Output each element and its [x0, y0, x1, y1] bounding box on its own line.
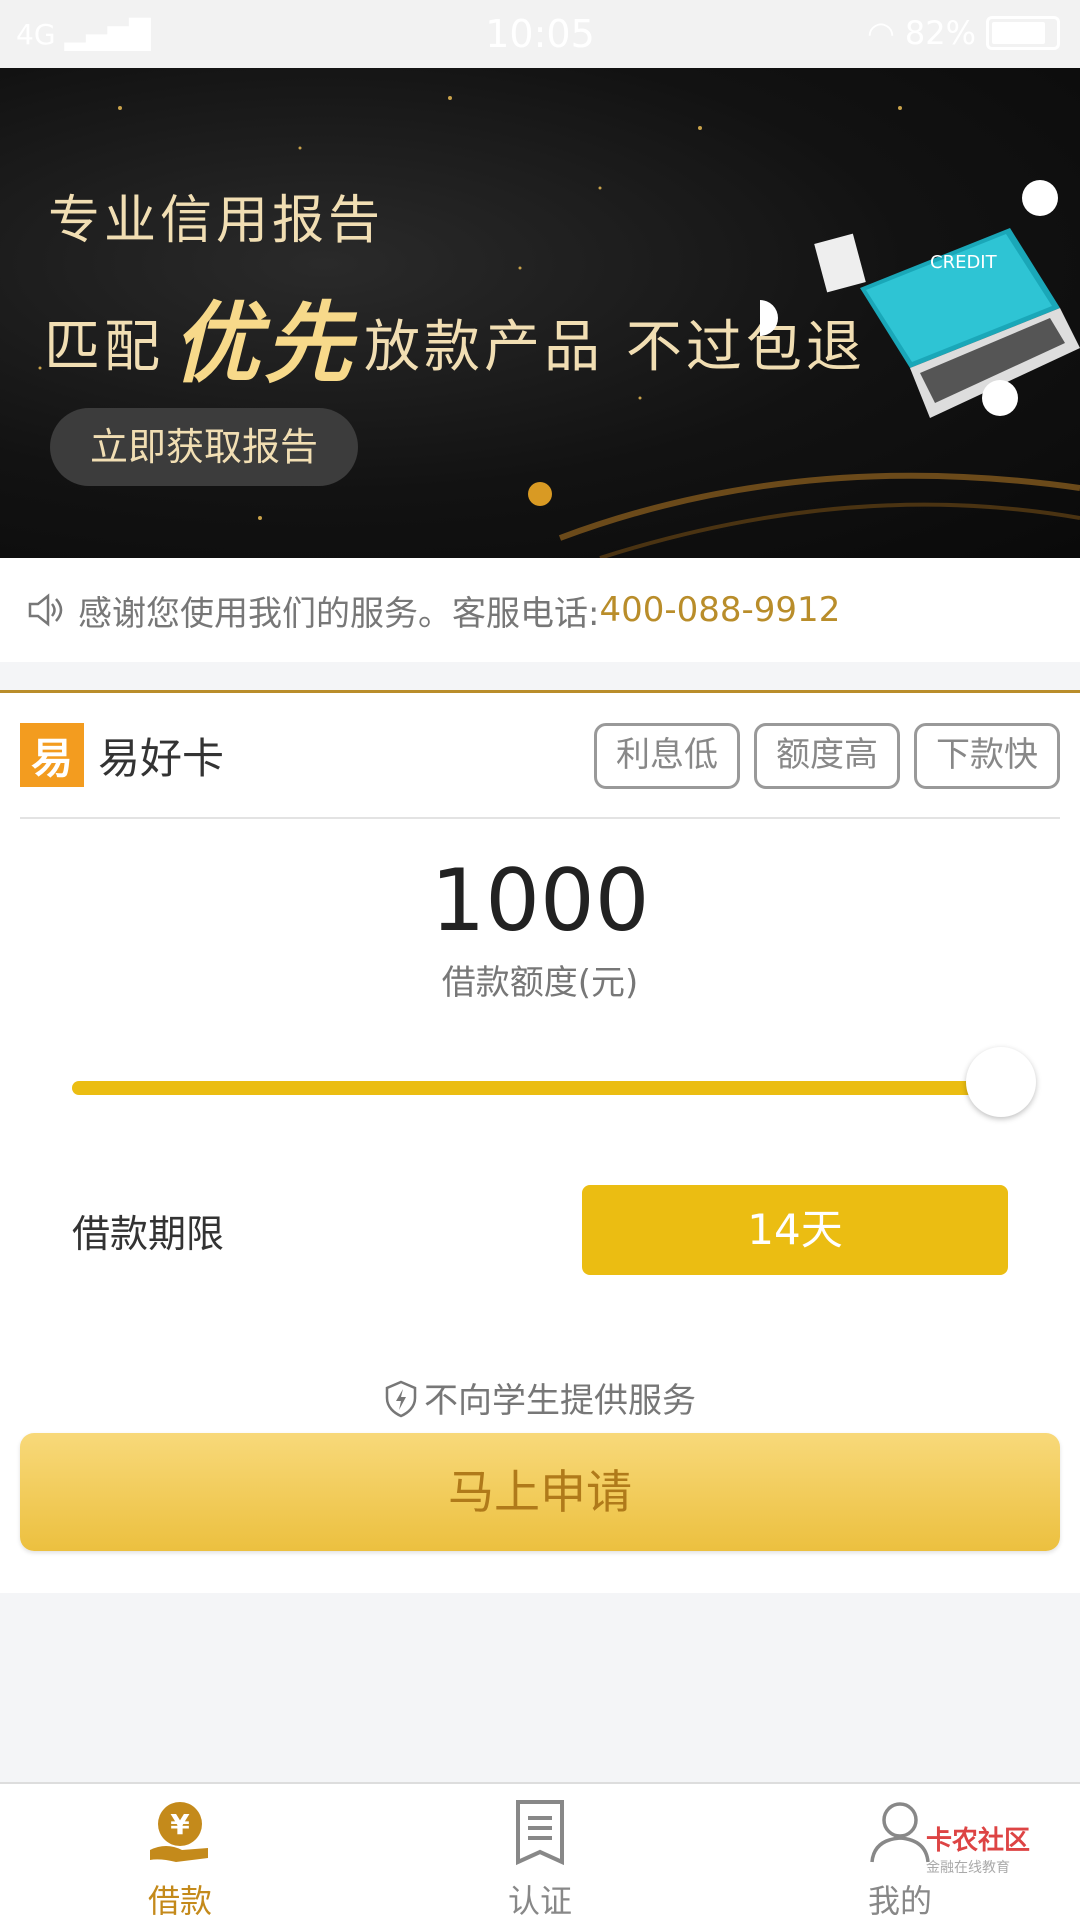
wifi-icon: ◠ [866, 14, 895, 52]
product-tags: 利息低 额度高 下款快 [594, 723, 1060, 789]
loan-amount-label: 借款额度(元) [441, 963, 639, 1003]
divider [20, 817, 1060, 819]
tag-low-interest: 利息低 [594, 723, 740, 789]
loan-term-select[interactable]: 14天 [582, 1185, 1008, 1275]
loan-card: 易 易好卡 利息低 额度高 下款快 1000 借款额度(元) 借款期限 14天 … [0, 690, 1080, 1593]
service-notice: 感谢您使用我们的服务。客服电话: 400-088-9912 [0, 558, 1080, 662]
tag-high-limit: 额度高 [754, 723, 900, 789]
tab-loan[interactable]: ¥ 借款 [80, 1784, 280, 1922]
student-notice: 不向学生提供服务 [0, 1373, 1080, 1422]
banner-headline: 专业信用报告 [48, 191, 385, 251]
user-icon [870, 1802, 930, 1863]
apply-now-button[interactable]: 马上申请 [20, 1433, 1060, 1551]
loan-icon: ¥ [150, 1802, 208, 1862]
bottom-tab-bar: ¥ 借款 认证 我的 卡农社区 金融在线教育 [0, 1782, 1080, 1922]
battery-icon [986, 16, 1060, 50]
shield-icon [385, 1380, 417, 1418]
get-report-button[interactable]: 立即获取报告 [50, 408, 358, 486]
svg-text:CREDIT: CREDIT [930, 252, 998, 273]
document-icon [516, 1800, 564, 1866]
tab-verify-label: 认证 [507, 1882, 572, 1920]
service-phone[interactable]: 400-088-9912 [599, 590, 840, 630]
tab-loan-label: 借款 [147, 1882, 212, 1920]
speaker-icon [28, 593, 63, 627]
tag-fast-disbursement: 下款快 [914, 723, 1060, 789]
amount-slider-track[interactable] [72, 1081, 1008, 1095]
loan-amount: 1000 [430, 851, 650, 951]
promo-banner[interactable]: 专业信用报告 匹配优先 放款产品 不过包退 立即获取报告 CREDIT [0, 68, 1080, 558]
svg-text:¥: ¥ [170, 1808, 190, 1841]
product-name: 易好卡 [98, 733, 225, 783]
carousel-indicator [528, 482, 552, 506]
notice-text: 感谢您使用我们的服务。客服电话: [78, 593, 600, 634]
tab-verify[interactable]: 认证 [440, 1784, 640, 1922]
banner-subheadline: 匹配优先 放款产品 不过包退 [44, 292, 866, 395]
tab-profile-label: 我的 [867, 1882, 932, 1920]
product-header: 易 易好卡 [20, 723, 224, 787]
credit-laptop-illustration: CREDIT [760, 180, 1080, 418]
status-bar: 4G ▂▄▆█ 10:05 ◠ 82% [0, 0, 1080, 68]
loan-term-label: 借款期限 [72, 1212, 225, 1256]
status-right: ◠ 82% [867, 14, 1060, 52]
watermark-logo: 卡农社区 金融在线教育 [925, 1826, 1030, 1876]
battery-percent: 82% [904, 14, 976, 52]
product-logo: 易 [20, 723, 84, 787]
amount-slider-thumb[interactable] [966, 1047, 1036, 1117]
